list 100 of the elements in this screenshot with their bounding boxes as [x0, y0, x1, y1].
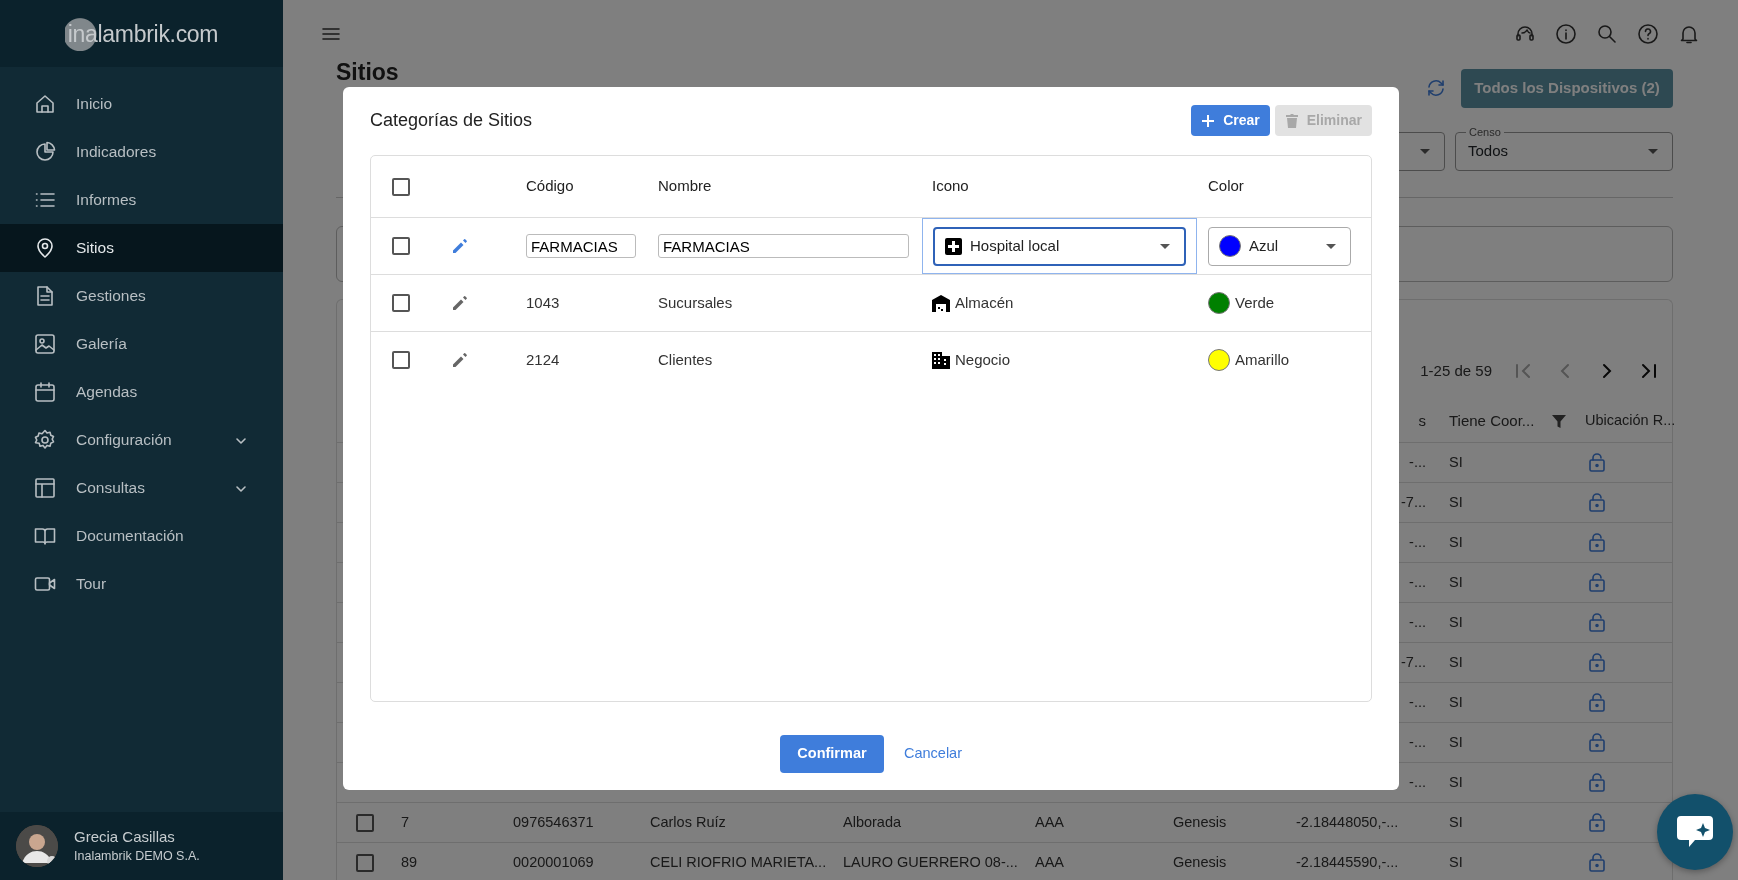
select-all-checkbox[interactable] [392, 177, 410, 196]
building-icon [932, 351, 950, 369]
lock-icon[interactable] [1587, 771, 1607, 794]
checkbox[interactable] [392, 351, 410, 369]
location-pin-icon [34, 237, 56, 259]
search-icon[interactable] [1596, 23, 1618, 45]
help-icon[interactable] [1637, 23, 1659, 45]
table-cell-text: SI [1448, 572, 1464, 592]
avatar[interactable] [16, 825, 58, 867]
table-cell-text: AAA [1034, 852, 1065, 872]
lock-icon[interactable] [1587, 611, 1607, 634]
table-cell-text: -7... [1400, 492, 1427, 512]
dialog-title: Categorías de Sitios [370, 109, 533, 132]
table-icon [34, 477, 56, 499]
sidebar-item[interactable]: Inicio [0, 80, 283, 128]
table-cell-text: SI [1448, 652, 1464, 672]
table-cell-text: -... [1408, 692, 1427, 712]
table-cell-text: -7... [1400, 652, 1427, 672]
table-cell-text: -... [1408, 612, 1427, 632]
sidebar-item[interactable]: Galería [0, 320, 283, 368]
icon-select[interactable]: Hospital local [933, 226, 1186, 266]
checkbox[interactable] [356, 813, 374, 832]
table-cell-text: 0020001069 [512, 852, 595, 872]
color-select[interactable]: Azul [1208, 226, 1351, 266]
sidebar-item[interactable]: Informes [0, 176, 283, 224]
warehouse-icon [932, 294, 950, 312]
column-header: Nombre [657, 176, 713, 197]
sidebar-item[interactable]: Indicadores [0, 128, 283, 176]
checkbox[interactable] [392, 294, 410, 312]
edit-icon[interactable] [451, 351, 469, 369]
calendar-icon [34, 381, 56, 403]
company-name: Inalambrik DEMO S.A. [74, 848, 200, 865]
table-cell-text: SI [1448, 852, 1464, 872]
column-header: Código [525, 176, 575, 197]
sidebar-item[interactable]: Consultas [0, 464, 283, 512]
table-cell-text: -... [1408, 732, 1427, 752]
name-input[interactable]: FARMACIAS [658, 234, 909, 258]
table-cell-text: -... [1408, 532, 1427, 552]
table-cell-text: SI [1448, 452, 1464, 472]
lock-icon[interactable] [1587, 491, 1607, 514]
book-icon [34, 525, 56, 547]
color-name: Verde [1235, 292, 1275, 313]
plus-icon [1201, 113, 1216, 128]
table-cell-text: -2.18448050,-... [1295, 812, 1400, 832]
lock-icon[interactable] [1587, 571, 1607, 594]
edit-icon[interactable] [451, 237, 469, 255]
edit-icon[interactable] [451, 294, 469, 312]
sidebar-item[interactable]: Sitios [0, 224, 283, 272]
confirm-button[interactable]: Confirmar [780, 735, 884, 773]
table-cell-text: 89 [400, 852, 419, 872]
table-cell-text: 1043 [525, 292, 561, 313]
sidebar-item[interactable]: Tour [0, 560, 283, 608]
icon-name: Almacén [955, 292, 1014, 313]
table-cell-text: -2.18445590,-... [1295, 852, 1400, 872]
column-header: s [1417, 410, 1427, 431]
table-cell-text: Genesis [1172, 812, 1228, 832]
chat-button[interactable] [1657, 794, 1733, 870]
create-button[interactable]: Crear [1191, 105, 1270, 136]
filter-icon[interactable] [1551, 413, 1567, 429]
settings-icon [34, 429, 56, 451]
lock-icon[interactable] [1587, 531, 1607, 554]
code-input[interactable]: FARMACIAS [526, 234, 636, 258]
table-cell-text: SI [1448, 692, 1464, 712]
user-name: Grecia Casillas [74, 827, 176, 847]
cancel-link[interactable]: Cancelar [904, 743, 962, 765]
lock-icon[interactable] [1587, 651, 1607, 674]
column-header[interactable]: Tiene Coor... [1449, 409, 1535, 433]
lock-icon[interactable] [1587, 811, 1607, 834]
sidebar-item[interactable]: Gestiones [0, 272, 283, 320]
sidebar-item[interactable]: Agendas [0, 368, 283, 416]
icon-name: Negocio [955, 349, 1011, 370]
notification-bell-icon[interactable] [1678, 23, 1700, 45]
pagination-range: 1-25 de 59 [1420, 360, 1492, 381]
lock-icon[interactable] [1587, 731, 1607, 754]
table-cell-text: 7 [400, 812, 411, 832]
table-cell-text: SI [1448, 612, 1464, 632]
table-cell-text: SI [1448, 772, 1464, 792]
table-cell-text: Alborada [842, 812, 903, 832]
table-cell-text: -... [1408, 772, 1427, 792]
table-cell-text: LAURO GUERRERO 08-... [842, 852, 1019, 872]
table-cell-text: -... [1408, 452, 1427, 472]
lock-icon[interactable] [1587, 851, 1607, 874]
column-header: Icono [931, 176, 970, 197]
info-icon[interactable] [1555, 23, 1577, 45]
refresh-icon[interactable] [1425, 77, 1447, 99]
table-cell-text: SI [1448, 532, 1464, 552]
column-header[interactable]: Ubicación R... [1579, 410, 1674, 432]
column-header: Color [1207, 176, 1245, 197]
sidebar-item[interactable]: Documentación [0, 512, 283, 560]
sidebar-item[interactable]: Configuración [0, 416, 283, 464]
home-icon [34, 93, 56, 115]
table-cell-text: SI [1448, 732, 1464, 752]
lock-icon[interactable] [1587, 451, 1607, 474]
color-name: Amarillo [1235, 349, 1290, 370]
checkbox[interactable] [392, 237, 410, 255]
image-icon [34, 333, 56, 355]
checkbox[interactable] [356, 853, 374, 872]
table-cell-text: -... [1408, 572, 1427, 592]
table-cell-text: Sucursales [657, 292, 734, 313]
lock-icon[interactable] [1587, 691, 1607, 714]
